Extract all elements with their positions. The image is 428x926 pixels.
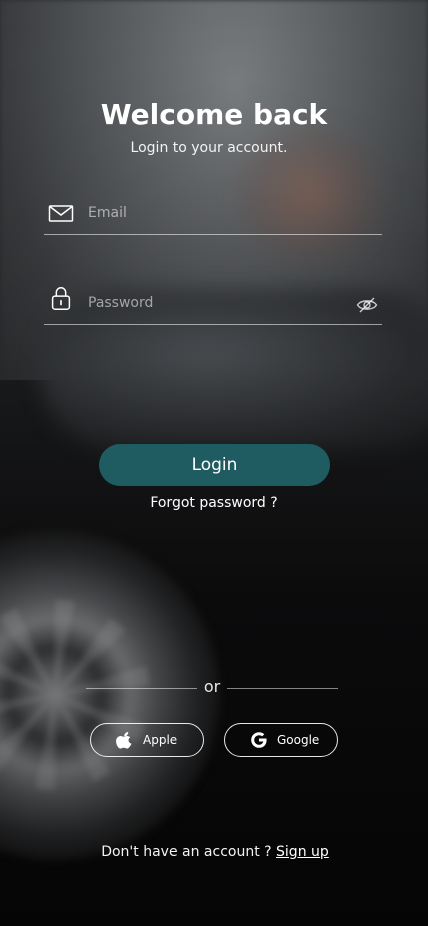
password-input[interactable] <box>88 290 338 316</box>
apple-icon <box>116 732 132 749</box>
eye-slash-icon[interactable] <box>356 296 378 314</box>
password-field <box>44 280 382 325</box>
lock-icon <box>51 287 71 310</box>
email-input[interactable] <box>88 200 338 226</box>
signup-link[interactable]: Sign up <box>276 844 329 860</box>
forgot-password-link[interactable]: Forgot password ? <box>0 495 428 511</box>
or-divider: or <box>86 677 338 697</box>
apple-login-button[interactable]: Apple <box>90 723 204 757</box>
signup-prompt: Don't have an account ? <box>101 844 272 860</box>
page-title: Welcome back <box>100 98 328 131</box>
login-screen: Welcome back Login to your account. Logi… <box>0 0 428 926</box>
signup-row: Don't have an account ? Sign up <box>0 844 428 860</box>
email-field <box>44 190 382 235</box>
divider-line-right <box>227 688 338 689</box>
google-icon <box>251 732 267 748</box>
divider-label: or <box>203 677 221 696</box>
page-subtitle: Login to your account. <box>130 140 288 156</box>
apple-label: Apple <box>143 733 178 747</box>
google-label: Google <box>277 733 320 747</box>
login-button[interactable]: Login <box>99 444 330 486</box>
envelope-icon <box>48 205 74 222</box>
google-login-button[interactable]: Google <box>224 723 338 757</box>
